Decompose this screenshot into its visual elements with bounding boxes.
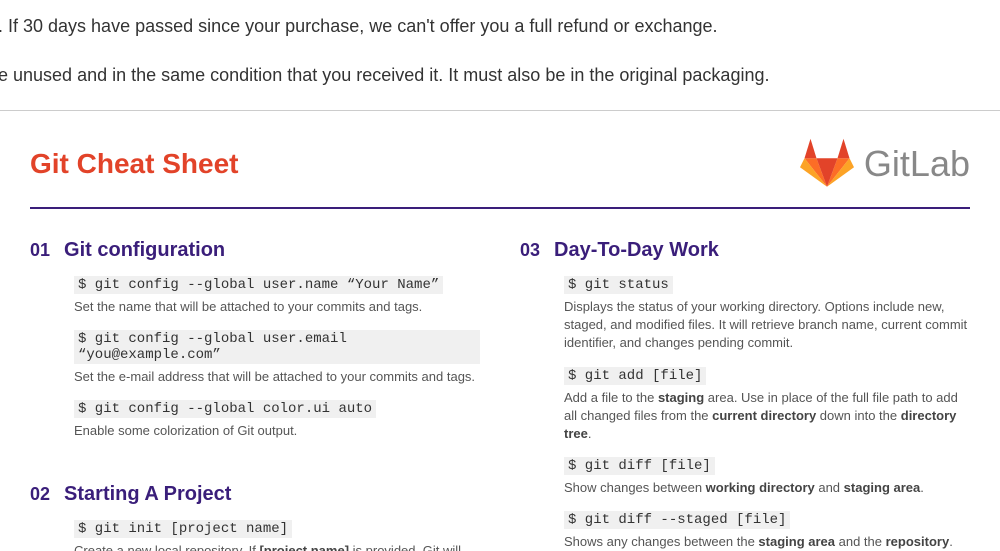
description: Create a new local repository. If [proje… xyxy=(74,542,480,551)
divider xyxy=(0,110,1000,111)
page-top-text: . If 30 days have passed since your purc… xyxy=(0,16,1000,86)
command: $ git config --global user.name “Your Na… xyxy=(74,276,443,294)
section-head-02: 02 Starting A Project xyxy=(30,483,480,506)
entry: $ git config --global user.email “you@ex… xyxy=(74,330,480,386)
command: $ git config --global color.ui auto xyxy=(74,400,376,418)
columns: 01 Git configuration $ git config --glob… xyxy=(30,239,970,551)
entry: $ git config --global color.ui auto Enab… xyxy=(74,400,480,440)
entry: $ git add [file] Add a file to the stagi… xyxy=(564,367,970,444)
section-number: 01 xyxy=(30,240,50,261)
gitlab-logo-icon xyxy=(800,137,854,192)
description: Add a file to the staging area. Use in p… xyxy=(564,389,970,444)
left-column: 01 Git configuration $ git config --glob… xyxy=(30,239,480,551)
section-title: Git configuration xyxy=(64,239,225,262)
command: $ git config --global user.email “you@ex… xyxy=(74,330,480,364)
spacer xyxy=(30,455,480,483)
entry: $ git init [project name] Create a new l… xyxy=(74,520,480,551)
description: Set the name that will be attached to yo… xyxy=(74,298,480,316)
entry: $ git status Displays the status of your… xyxy=(564,276,970,353)
entry: $ git diff [file] Show changes between w… xyxy=(564,457,970,497)
section-number: 02 xyxy=(30,484,50,505)
sheet-title: Git Cheat Sheet xyxy=(30,148,238,180)
description: Set the e-mail address that will be atta… xyxy=(74,368,480,386)
command: $ git add [file] xyxy=(564,367,706,385)
brand-name: GitLab xyxy=(864,143,970,185)
entry: $ git diff --staged [file] Shows any cha… xyxy=(564,511,970,551)
section-head-03: 03 Day-To-Day Work xyxy=(520,239,970,262)
brand: GitLab xyxy=(800,137,970,192)
refund-policy-line-1: . If 30 days have passed since your purc… xyxy=(0,16,1000,37)
sheet-header: Git Cheat Sheet GitLab xyxy=(30,129,970,199)
description: Displays the status of your working dire… xyxy=(564,298,970,353)
section-number: 03 xyxy=(520,240,540,261)
description: Enable some colorization of Git output. xyxy=(74,422,480,440)
command: $ git init [project name] xyxy=(74,520,292,538)
right-column: 03 Day-To-Day Work $ git status Displays… xyxy=(520,239,970,551)
command: $ git status xyxy=(564,276,673,294)
section-head-01: 01 Git configuration xyxy=(30,239,480,262)
entry: $ git config --global user.name “Your Na… xyxy=(74,276,480,316)
command: $ git diff [file] xyxy=(564,457,715,475)
refund-policy-line-2: e unused and in the same condition that … xyxy=(0,65,1000,86)
command: $ git diff --staged [file] xyxy=(564,511,790,529)
description: Shows any changes between the staging ar… xyxy=(564,533,970,551)
header-rule xyxy=(30,207,970,209)
cheat-sheet: Git Cheat Sheet GitLab 01 Git xyxy=(0,129,1000,551)
section-title: Starting A Project xyxy=(64,483,231,506)
section-title: Day-To-Day Work xyxy=(554,239,719,262)
description: Show changes between working directory a… xyxy=(564,479,970,497)
